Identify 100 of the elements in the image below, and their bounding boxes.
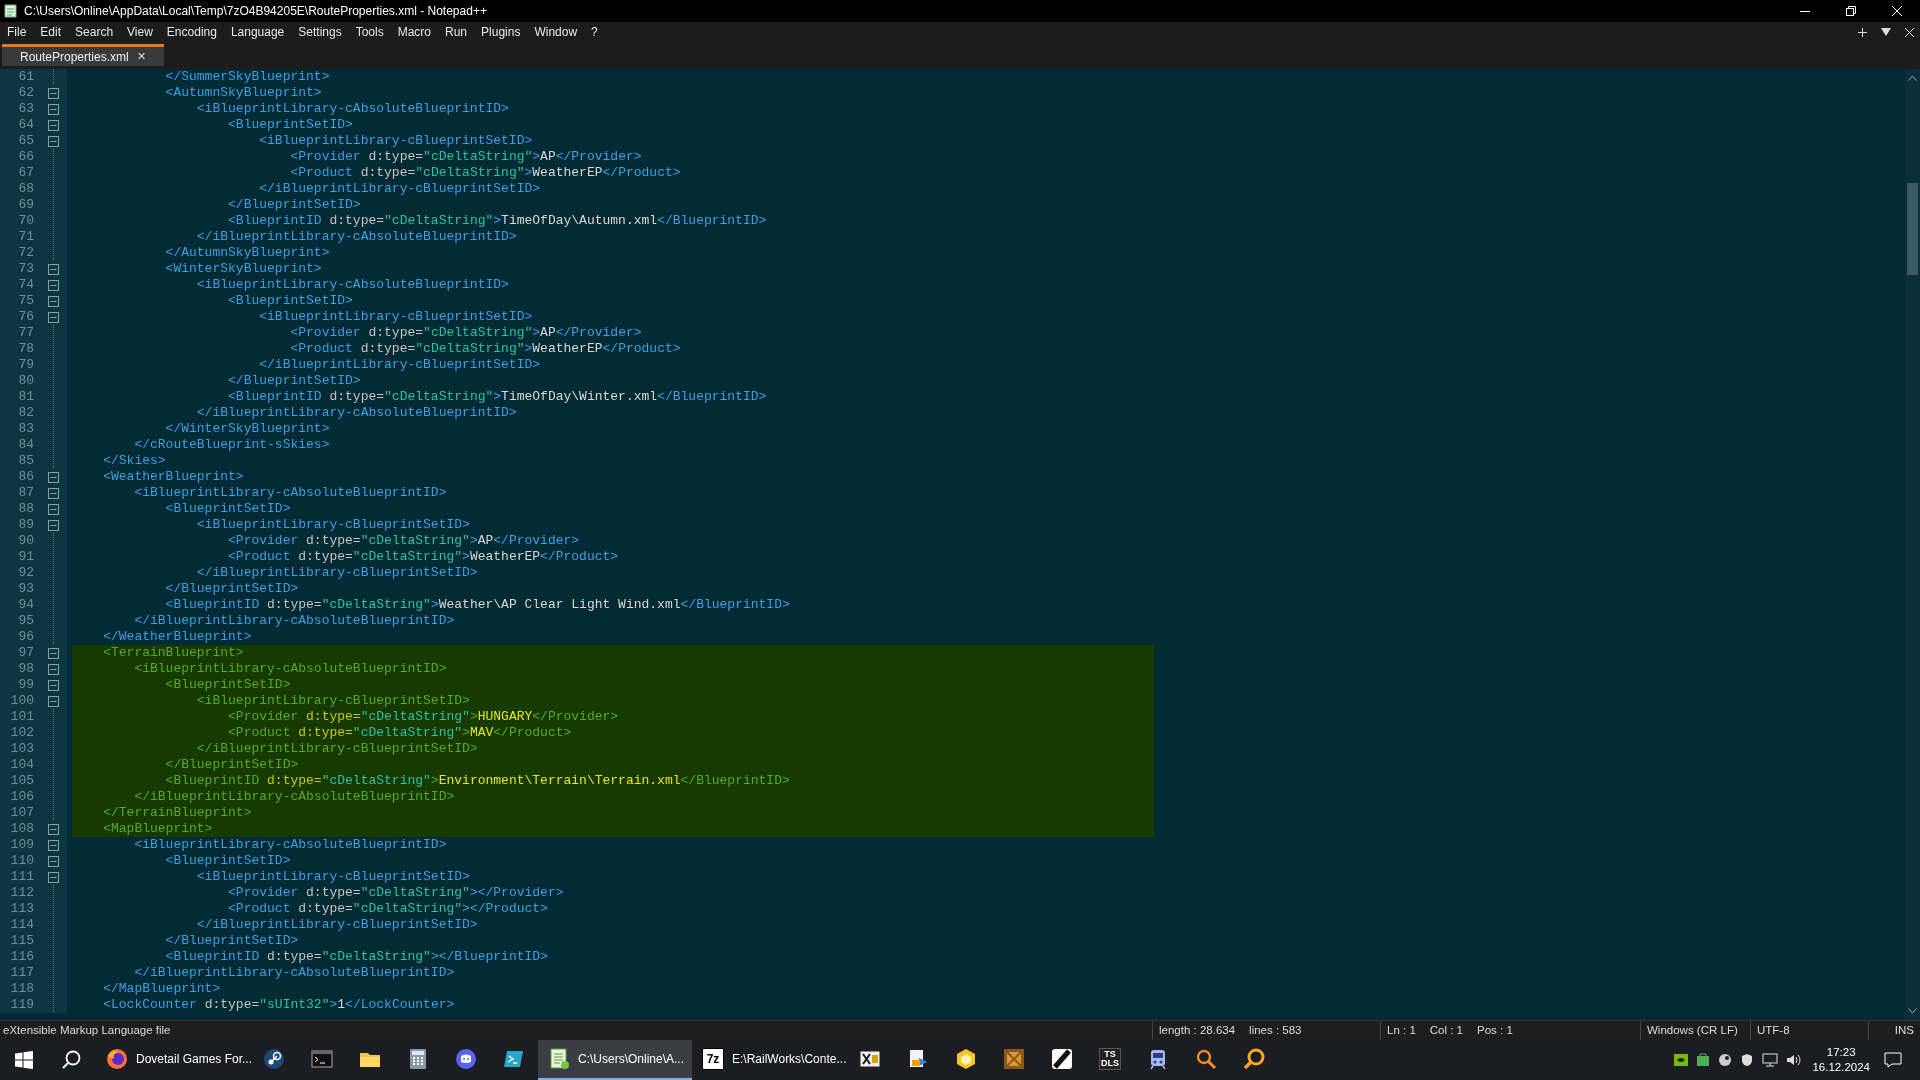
menu-item[interactable]: File	[0, 23, 34, 41]
line-number: 89	[0, 517, 40, 533]
fold-toggle-icon[interactable]	[48, 679, 59, 691]
code-line: <Provider d:type="cDeltaString">AP</Provider>	[227, 533, 580, 549]
line-number: 85	[0, 453, 40, 469]
code-line: <Product d:type="cDeltaString">WeatherEP</Product>	[289, 341, 681, 357]
line-number: 118	[0, 981, 40, 997]
code-line: <Product d:type="cDeltaString">WeatherEP</Product>	[227, 549, 619, 565]
line-number: 92	[0, 565, 40, 581]
menu-item[interactable]: View	[120, 23, 160, 41]
scroll-down-icon[interactable]	[1908, 1008, 1917, 1014]
fold-toggle-icon[interactable]	[48, 855, 59, 867]
menu-item[interactable]: Language	[223, 23, 292, 41]
fold-toggle-icon[interactable]	[48, 519, 59, 531]
taskbar-button[interactable]: 7z E:\RailWorks\Conte...	[692, 1040, 846, 1080]
taskbar-button[interactable]: TS DLS	[1086, 1040, 1134, 1080]
code-line: <iBlueprintLibrary-cBlueprintSetID>	[258, 309, 533, 325]
fold-toggle-icon[interactable]	[48, 695, 59, 707]
new-tab-icon[interactable]	[1858, 27, 1867, 37]
fold-toggle-icon[interactable]	[48, 87, 59, 99]
fold-toggle-icon[interactable]	[48, 135, 59, 147]
hexagon-icon	[955, 1048, 977, 1070]
line-number: 82	[0, 405, 40, 421]
menu-item[interactable]: Window	[527, 23, 585, 41]
taskbar-button[interactable]: Dovetail Games For...	[96, 1040, 250, 1080]
code-line: <iBlueprintLibrary-cAbsoluteBlueprintID>	[195, 277, 509, 293]
fold-toggle-icon[interactable]	[48, 119, 59, 131]
steam-icon[interactable]	[1718, 1053, 1733, 1067]
fold-toggle-icon[interactable]	[48, 103, 59, 115]
status-text: lines : 583	[1249, 1022, 1302, 1038]
status-text: Windows (CR LF)	[1647, 1022, 1738, 1038]
code-line: </MapBlueprint>	[102, 981, 221, 997]
notepad-icon	[548, 1048, 570, 1070]
code-line: </iBlueprintLibrary-cAbsoluteBlueprintID>	[133, 965, 455, 981]
menu-item[interactable]: Plugins	[474, 23, 528, 41]
volume-icon[interactable]	[1786, 1053, 1803, 1067]
code-line: <BlueprintID d:type="cDeltaString"></BlueprintID>	[164, 949, 548, 965]
code-line: </SummerSkyBlueprint>	[164, 69, 330, 85]
clock-time: 17:23	[1826, 1045, 1856, 1060]
menu-item[interactable]: Tools	[348, 23, 391, 41]
code-line: <BlueprintID d:type="cDeltaString">TimeOfDay\Autumn.xml</BlueprintID>	[227, 213, 767, 229]
close-icon[interactable]	[1905, 27, 1914, 37]
fold-toggle-icon[interactable]	[48, 487, 59, 499]
code-line: <BlueprintID d:type="cDeltaString">TimeOfDay\Winter.xml</BlueprintID>	[227, 389, 767, 405]
fold-toggle-icon[interactable]	[48, 263, 59, 275]
search-icon	[62, 1050, 82, 1070]
menu-item[interactable]: Search	[68, 23, 121, 41]
fold-toggle-icon[interactable]	[48, 647, 59, 659]
line-number: 71	[0, 229, 40, 245]
fold-toggle-icon[interactable]	[48, 823, 59, 835]
dropdown-icon[interactable]	[1881, 28, 1891, 36]
line-number: 63	[0, 101, 40, 117]
scroll-up-icon[interactable]	[1908, 75, 1917, 81]
line-number: 67	[0, 165, 40, 181]
file-tab[interactable]: RouteProperties.xml ✕	[2, 44, 164, 66]
code-line: </BlueprintSetID>	[164, 933, 299, 949]
cross-box-icon	[859, 1048, 881, 1070]
restore-icon	[1846, 6, 1856, 16]
fold-toggle-icon[interactable]	[48, 311, 59, 323]
network-icon[interactable]	[1762, 1053, 1779, 1067]
fold-toggle-icon[interactable]	[48, 839, 59, 851]
fold-toggle-icon[interactable]	[48, 295, 59, 307]
fold-toggle-icon[interactable]	[48, 503, 59, 515]
status-text: length : 28.634	[1159, 1022, 1236, 1038]
fold-toggle-icon[interactable]	[48, 279, 59, 291]
tray-app-icon[interactable]	[1674, 1054, 1689, 1066]
menu-item[interactable]: Settings	[291, 23, 349, 41]
status-text: UTF-8	[1757, 1022, 1790, 1038]
code-line: </cRouteBlueprint-sSkies>	[133, 437, 330, 453]
line-number: 68	[0, 181, 40, 197]
line-number: 105	[0, 773, 40, 789]
tray-app-icon[interactable]	[1696, 1053, 1711, 1067]
menu-item[interactable]: Encoding	[159, 23, 224, 41]
line-number: 86	[0, 469, 40, 485]
fold-toggle-icon[interactable]	[48, 471, 59, 483]
tab-close-button[interactable]: ✕	[136, 48, 146, 65]
menu-item[interactable]: Run	[438, 23, 475, 41]
status-text: Ln : 1	[1387, 1022, 1416, 1038]
vertical-scrollbar[interactable]	[1905, 69, 1920, 1020]
line-number: 90	[0, 533, 40, 549]
line-number: 76	[0, 309, 40, 325]
code-line: <iBlueprintLibrary-cBlueprintSetID>	[195, 517, 470, 533]
menu-item[interactable]: ?	[584, 23, 605, 41]
status-text: INS	[1894, 1022, 1914, 1038]
code-line: <Provider d:type="cDeltaString"></Provider>	[227, 885, 564, 901]
fold-toggle-icon[interactable]	[48, 663, 59, 675]
scrollbar-thumb[interactable]	[1907, 183, 1918, 275]
code-line: </Skies>	[102, 453, 166, 469]
clock-date: 16.12.2024	[1812, 1060, 1870, 1075]
code-line: </iBlueprintLibrary-cAbsoluteBlueprintID>	[195, 405, 517, 421]
menu-item[interactable]: Macro	[390, 23, 438, 41]
taskbar-button[interactable]: C:\Users\Online\A...	[538, 1040, 692, 1080]
status-text: Col : 1	[1429, 1022, 1464, 1038]
code-line: <Provider d:type="cDeltaString">AP</Provider>	[289, 325, 642, 341]
code-line: <BlueprintSetID>	[164, 853, 291, 869]
line-number: 109	[0, 837, 40, 853]
menu-item[interactable]: Edit	[33, 23, 69, 41]
notification-icon[interactable]	[1884, 1052, 1902, 1068]
shield-icon[interactable]	[1740, 1053, 1755, 1067]
fold-toggle-icon[interactable]	[48, 871, 59, 883]
